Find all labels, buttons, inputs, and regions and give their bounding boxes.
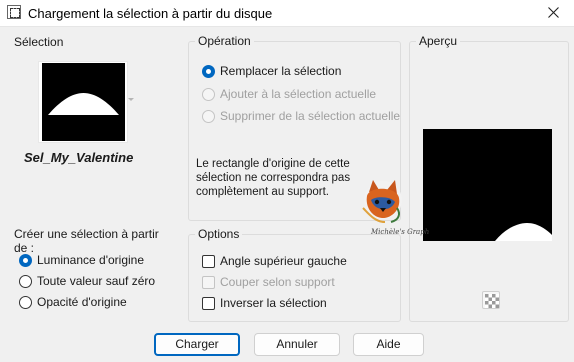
preview-group-title: Aperçu [416, 34, 461, 48]
selection-group-title: Sélection [11, 35, 67, 49]
check-top-left-label: Angle supérieur gauche [220, 254, 347, 268]
radio-nonzero[interactable]: Toute valeur sauf zéro [19, 274, 155, 288]
cancel-button[interactable]: Annuler [254, 333, 340, 356]
watermark-text: Michèle's Graph [370, 228, 429, 236]
radio-replace[interactable]: Remplacer la sélection [202, 64, 341, 78]
thumbnail-dropdown-arrow-icon[interactable] [128, 98, 134, 101]
radio-opacity-label: Opacité d'origine [37, 295, 127, 309]
help-button[interactable]: Aide [353, 333, 424, 356]
radio-opacity-control[interactable] [19, 295, 32, 309]
radio-add-label: Ajouter à la sélection actuelle [220, 87, 377, 101]
selection-name: Sel_My_Valentine [24, 150, 134, 165]
radio-replace-control[interactable] [202, 64, 215, 78]
checkerboard-toggle-button[interactable] [482, 291, 500, 309]
check-crop-to-canvas-box[interactable] [202, 275, 215, 289]
watermark-logo: Michèle's Graph [361, 178, 451, 236]
checkerboard-icon [485, 294, 499, 308]
radio-luminance-control[interactable] [19, 253, 32, 267]
options-group-title: Options [195, 227, 243, 241]
radio-add[interactable]: Ajouter à la sélection actuelle [202, 87, 376, 101]
selection-thumbnail[interactable] [42, 63, 125, 141]
operation-group-title: Opération [195, 34, 254, 48]
check-top-left-box[interactable] [202, 254, 215, 268]
radio-nonzero-control[interactable] [19, 274, 32, 288]
check-crop-to-canvas-label: Couper selon support [220, 275, 335, 289]
check-invert-box[interactable] [202, 296, 215, 310]
check-invert[interactable]: Inverser la sélection [202, 296, 327, 310]
radio-add-control[interactable] [202, 87, 215, 101]
radio-luminance-label: Luminance d'origine [37, 253, 145, 267]
close-button[interactable] [534, 0, 574, 26]
radio-subtract-label: Supprimer de la sélection actuelle [220, 109, 401, 123]
check-invert-label: Inverser la sélection [220, 296, 327, 310]
radio-subtract[interactable]: Supprimer de la sélection actuelle [202, 109, 400, 123]
close-icon [548, 7, 559, 18]
radio-replace-label: Remplacer la sélection [220, 64, 342, 78]
radio-opacity[interactable]: Opacité d'origine [19, 295, 127, 309]
radio-nonzero-label: Toute valeur sauf zéro [37, 274, 156, 288]
radio-luminance[interactable]: Luminance d'origine [19, 253, 144, 267]
check-crop-to-canvas[interactable]: Couper selon support [202, 275, 335, 289]
check-top-left[interactable]: Angle supérieur gauche [202, 254, 347, 268]
window-title: Chargement la sélection à partir du disq… [28, 6, 273, 21]
create-group-title: Créer une sélection à partir de : [11, 227, 177, 255]
fox-watermark-icon: Michèle's Graph [362, 180, 429, 236]
selection-thumbnail-shape [48, 93, 119, 115]
radio-subtract-control[interactable] [202, 109, 215, 123]
load-button[interactable]: Charger [154, 333, 240, 356]
selection-app-icon [7, 5, 21, 19]
title-bar: Chargement la sélection à partir du disq… [0, 0, 574, 27]
